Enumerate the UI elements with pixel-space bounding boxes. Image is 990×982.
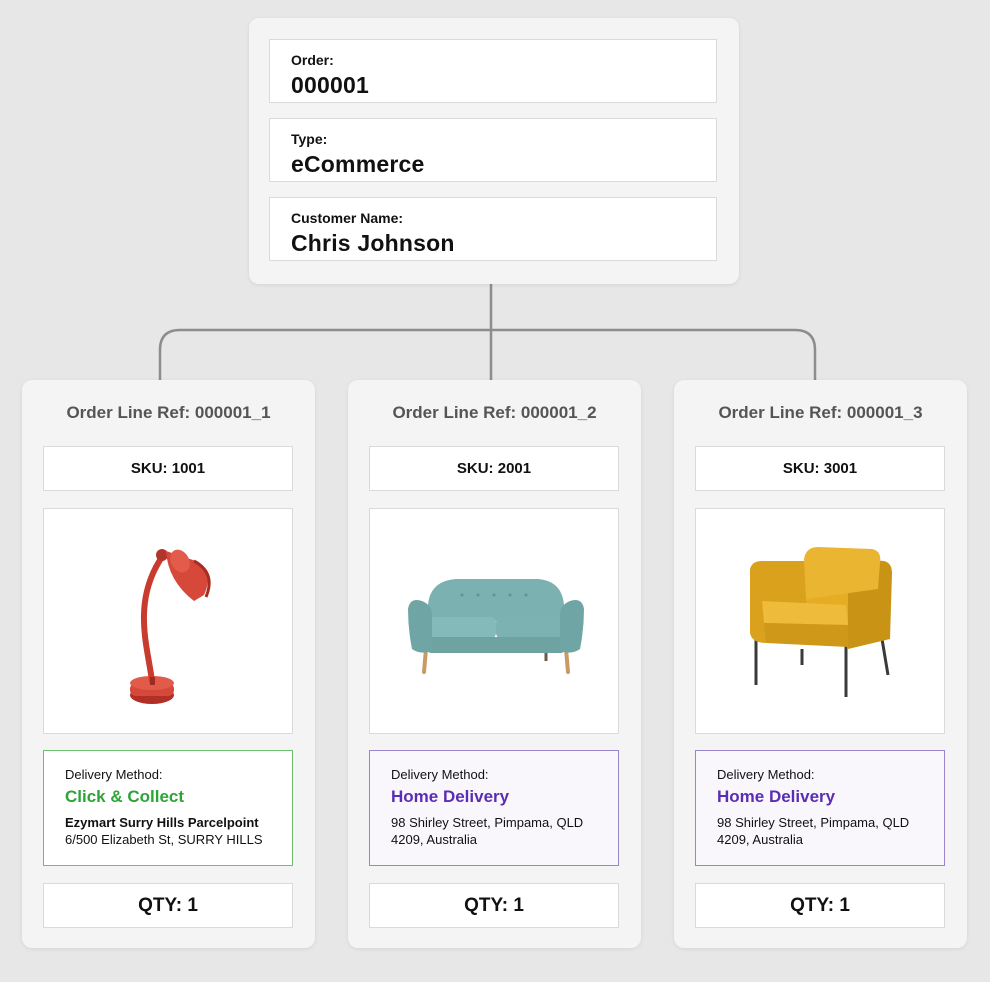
order-number-field: Order: 000001 bbox=[269, 39, 717, 103]
quantity-box: QTY: 1 bbox=[43, 883, 293, 928]
quantity-box: QTY: 1 bbox=[369, 883, 619, 928]
delivery-method-value: Click & Collect bbox=[65, 787, 185, 806]
order-number-value: 000001 bbox=[291, 72, 369, 98]
sofa-icon bbox=[408, 579, 584, 674]
delivery-method-box: Delivery Method: Home Delivery 98 Shirle… bbox=[695, 750, 945, 866]
customer-name-value: Chris Johnson bbox=[291, 230, 455, 256]
customer-name-label: Customer Name: bbox=[291, 210, 404, 226]
order-line-title: Order Line Ref: 000001_3 bbox=[718, 403, 923, 422]
desk-lamp-icon bbox=[130, 549, 211, 704]
order-line-title: Order Line Ref: 000001_2 bbox=[392, 403, 597, 422]
delivery-method-value: Home Delivery bbox=[391, 787, 510, 806]
sku-box: SKU: 1001 bbox=[43, 446, 293, 491]
order-line-card-1: Order Line Ref: 000001_1 SKU: 1001 Deliv… bbox=[22, 380, 315, 948]
delivery-address-line2: 4209, Australia bbox=[391, 832, 478, 847]
delivery-method-box: Delivery Method: Click & Collect Ezymart… bbox=[43, 750, 293, 866]
sku-box: SKU: 2001 bbox=[369, 446, 619, 491]
order-line-card-3: Order Line Ref: 000001_3 SKU: 3001 Deliv… bbox=[674, 380, 967, 948]
delivery-method-label: Delivery Method: bbox=[65, 767, 163, 782]
order-line-title: Order Line Ref: 000001_1 bbox=[66, 403, 271, 422]
delivery-method-label: Delivery Method: bbox=[391, 767, 489, 782]
order-card: Order: 000001 Type: eCommerce Customer N… bbox=[249, 18, 739, 284]
order-type-value: eCommerce bbox=[291, 151, 425, 177]
product-image bbox=[43, 508, 293, 734]
delivery-method-box: Delivery Method: Home Delivery 98 Shirle… bbox=[369, 750, 619, 866]
customer-name-field: Customer Name: Chris Johnson bbox=[269, 197, 717, 261]
product-image bbox=[695, 508, 945, 734]
quantity-box: QTY: 1 bbox=[695, 883, 945, 928]
order-type-field: Type: eCommerce bbox=[269, 118, 717, 182]
delivery-method-label: Delivery Method: bbox=[717, 767, 815, 782]
delivery-address-line2: 4209, Australia bbox=[717, 832, 804, 847]
delivery-address-line2: 6/500 Elizabeth St, SURRY HILLS bbox=[65, 832, 263, 847]
order-number-label: Order: bbox=[291, 52, 334, 68]
delivery-address-line1: Ezymart Surry Hills Parcelpoint bbox=[65, 815, 259, 830]
order-type-label: Type: bbox=[291, 131, 328, 147]
delivery-address-line1: 98 Shirley Street, Pimpama, QLD bbox=[391, 815, 584, 830]
delivery-method-value: Home Delivery bbox=[717, 787, 836, 806]
sku-box: SKU: 3001 bbox=[695, 446, 945, 491]
armchair-icon bbox=[750, 547, 892, 697]
product-image bbox=[369, 508, 619, 734]
delivery-address-line1: 98 Shirley Street, Pimpama, QLD bbox=[717, 815, 910, 830]
order-line-card-2: Order Line Ref: 000001_2 SKU: 2001 Deliv… bbox=[348, 380, 641, 948]
